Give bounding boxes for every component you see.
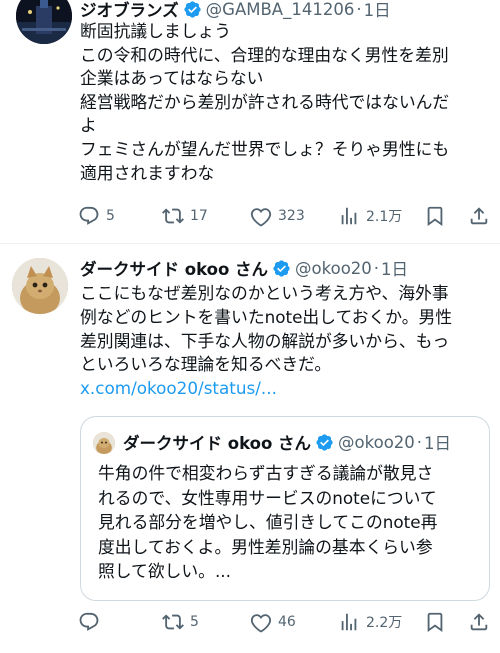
quoted-header: ダークサイド okoo さん @okoo20 · 1日 bbox=[123, 428, 451, 456]
quoted-text-line: 度出しておくよ。男性差別論の基本くらい参 bbox=[98, 536, 433, 557]
tweet-text-line: この令和の時代に、合理的な理由なく男性を差別 bbox=[80, 44, 449, 65]
quoted-display-name: ダークサイド okoo さん bbox=[123, 434, 312, 453]
tweet-text-line: 差別関連は、下手な人物の解説が多いから、もっ bbox=[80, 330, 450, 351]
separator-dot: · bbox=[416, 432, 423, 452]
tweet-header: ジオブランズ @GAMBA_141206 · 1日 bbox=[80, 0, 391, 22]
tweet-text-line: といろいろな理論を知るべきだ。 bbox=[80, 354, 332, 375]
quoted-text-line: 牛角の件で相変わらず古すぎる議論が散見さ bbox=[98, 463, 434, 483]
verified-badge-icon bbox=[273, 259, 290, 277]
handle[interactable]: @GAMBA_141206 bbox=[206, 0, 355, 19]
separator-dot: · bbox=[373, 258, 380, 278]
tweet-text-line: 断固抗議しましょう bbox=[80, 21, 232, 41]
tweet-text-line: 企業はあってはならない bbox=[80, 68, 264, 89]
tweet-text: 断固抗議しましょう この令和の時代に、合理的な理由なく男性を差別 企業はあっては… bbox=[80, 20, 485, 185]
reply-button[interactable]: 5 bbox=[78, 202, 115, 230]
reply-button[interactable] bbox=[78, 608, 106, 636]
like-count: 46 bbox=[278, 614, 296, 630]
tweet-2[interactable]: ダークサイド okoo さん @okoo20 · 1日 ここにもなぜ差別なのかと… bbox=[0, 244, 500, 653]
quoted-handle: @okoo20 bbox=[338, 432, 415, 452]
like-button[interactable]: 46 bbox=[250, 608, 296, 636]
verified-badge-icon bbox=[316, 433, 333, 451]
retweet-count: 5 bbox=[190, 614, 199, 630]
tweet-1[interactable]: ジオブランズ @GAMBA_141206 · 1日 断固抗議しましょう この令和… bbox=[0, 0, 500, 242]
tweet-text-line: 適用されますわな bbox=[80, 162, 215, 183]
retweet-icon bbox=[162, 208, 184, 224]
bookmark-icon bbox=[427, 206, 443, 227]
view-count: 2.1万 bbox=[366, 209, 403, 225]
bookmark-button[interactable] bbox=[424, 608, 446, 636]
tweet-text-line: よ bbox=[80, 115, 97, 136]
quoted-tweet[interactable]: ダークサイド okoo さん @okoo20 · 1日 牛角の件で相変わらず古す… bbox=[80, 416, 490, 601]
separator-dot: · bbox=[356, 0, 362, 19]
quoted-text-line: 見れる部分を増やし、値引きしてこのnote再 bbox=[98, 512, 438, 533]
views-icon bbox=[341, 613, 357, 631]
display-name[interactable]: ダークサイド okoo さん bbox=[80, 256, 268, 280]
retweet-button[interactable]: 17 bbox=[162, 202, 208, 230]
reply-count: 5 bbox=[106, 208, 115, 224]
avatar[interactable] bbox=[16, 0, 72, 44]
handle[interactable]: @okoo20 bbox=[295, 259, 372, 278]
quoted-text-line: 照して欲しい。... bbox=[98, 561, 231, 582]
like-count: 323 bbox=[278, 208, 305, 224]
view-count: 2.2万 bbox=[366, 615, 403, 631]
tweet-text: ここにもなぜ差別なのかという考え方や、海外事 例などのヒントを書いたnote出し… bbox=[80, 282, 485, 401]
quoted-avatar bbox=[93, 432, 115, 454]
timestamp[interactable]: 1日 bbox=[381, 256, 408, 280]
reply-icon bbox=[79, 206, 99, 225]
action-bar: 5 17 323 2.1万 bbox=[72, 202, 500, 230]
tweet-link[interactable]: x.com/okoo20/status/... bbox=[80, 377, 485, 401]
bookmark-button[interactable] bbox=[424, 202, 446, 230]
retweet-count: 17 bbox=[190, 208, 208, 224]
like-icon bbox=[250, 614, 272, 633]
share-icon bbox=[470, 613, 488, 631]
like-icon bbox=[250, 208, 272, 227]
tweet-header: ダークサイド okoo さん @okoo20 · 1日 bbox=[80, 255, 408, 281]
action-bar: 5 46 2.2万 bbox=[72, 608, 500, 636]
tweet-text-line: ここにもなぜ差別なのかという考え方や、海外事 bbox=[80, 283, 449, 303]
quoted-text-line: れるので、女性専用サービスのnoteについて bbox=[98, 487, 437, 508]
tweet-text-line: 例などのヒントを書いたnote出しておくか。男性 bbox=[80, 306, 453, 327]
retweet-icon bbox=[162, 614, 184, 630]
tweet-text-line: 経営戦略だから差別が許される時代ではないんだ bbox=[80, 91, 450, 112]
tweet-text-line: フェミさんが望んだ世界でしょ？そりゃ男性にも bbox=[80, 138, 450, 159]
views-button[interactable]: 2.2万 bbox=[338, 608, 402, 636]
quoted-text: 牛角の件で相変わらず古すぎる議論が散見さ れるので、女性専用サービスのnoteに… bbox=[98, 461, 483, 584]
views-icon bbox=[341, 207, 357, 225]
views-button[interactable]: 2.1万 bbox=[338, 202, 402, 230]
reply-icon bbox=[79, 612, 99, 631]
share-button[interactable] bbox=[468, 608, 490, 636]
quoted-timestamp: 1日 bbox=[424, 434, 452, 453]
verified-badge-icon bbox=[184, 0, 201, 18]
timestamp[interactable]: 1日 bbox=[364, 0, 391, 21]
share-button[interactable] bbox=[468, 202, 490, 230]
avatar[interactable] bbox=[12, 258, 68, 314]
like-button[interactable]: 323 bbox=[250, 202, 305, 230]
display-name[interactable]: ジオブランズ bbox=[80, 0, 179, 21]
share-icon bbox=[470, 207, 488, 225]
bookmark-icon bbox=[427, 612, 443, 633]
retweet-button[interactable]: 5 bbox=[162, 608, 199, 636]
